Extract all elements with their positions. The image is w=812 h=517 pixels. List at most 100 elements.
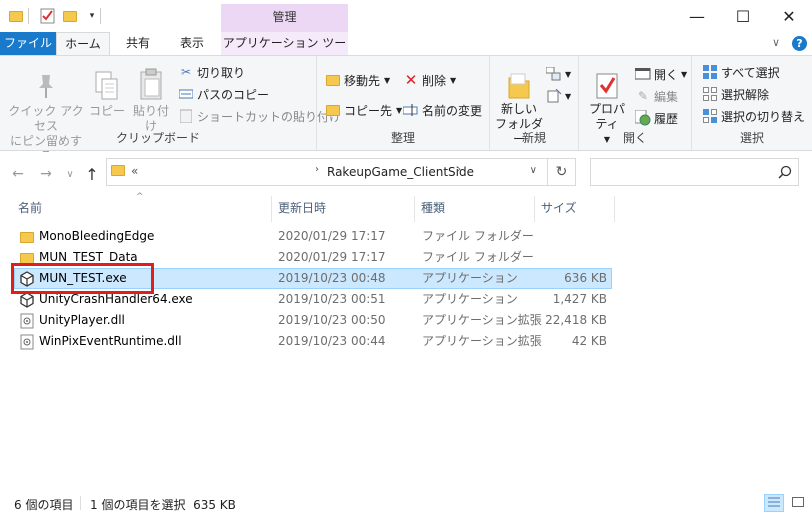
select-all-button[interactable]: すべて選択 [702,62,780,82]
pin-quick-access-button[interactable]: クイック アクセス にピン留めする [6,66,86,164]
search-input[interactable] [590,158,799,186]
copy-path-button[interactable]: パスのコピー [178,84,269,104]
file-type: アプリケーション [422,292,518,306]
help-icon[interactable]: ? [792,36,807,51]
minimize-button[interactable]: — [674,0,720,32]
history-icon [635,110,651,126]
copy-to-label: コピー先 [344,103,393,118]
unity-icon [19,292,35,308]
history-label: 履歴 [654,111,679,126]
pin-icon [6,66,86,102]
tab-file[interactable]: ファイル [0,32,56,56]
select-none-label: 選択解除 [721,87,770,102]
file-name: UnityPlayer.dll [39,313,125,327]
invert-selection-icon [702,108,718,124]
chevron-down-icon: ▼ [384,75,391,85]
file-date: 2020/01/29 17:17 [278,229,386,243]
paste-icon [128,66,174,102]
file-row[interactable]: WinPixEventRuntime.dll 2019/10/23 00:44 アプ… [14,331,612,352]
file-type: ファイル フォルダー [422,250,534,264]
properties-check-icon[interactable] [40,8,56,24]
item-count: 6 個の項目 [14,498,74,512]
collapse-ribbon-icon[interactable]: ∨ [772,36,780,49]
select-group-label: 選択 [739,131,764,145]
easy-access-button[interactable]: ▼ [546,86,571,106]
forward-button[interactable]: → [36,164,56,184]
tab-share[interactable]: 共有 [112,32,164,56]
file-size: 1,427 KB [552,292,607,306]
column-size[interactable]: サイズ [535,196,615,222]
search-icon [778,165,792,182]
edit-button[interactable]: ✎ 編集 [635,86,678,106]
open-button[interactable]: 開く ▼ [635,64,687,84]
dll-icon [19,334,35,350]
breadcrumb-overflow[interactable]: « [131,164,138,178]
open-icon [635,66,651,82]
delete-button[interactable]: ✕ 削除 ▼ [403,70,456,90]
copy-path-icon [178,86,194,102]
new-folder-label-line1: 新しい [500,102,537,116]
file-type: ファイル フォルダー [422,229,534,243]
maximize-button[interactable]: ☐ [720,0,766,32]
tab-view[interactable]: 表示 [166,32,218,56]
file-name: MonoBleedingEdge [39,229,155,243]
up-button[interactable]: ↑ [82,164,102,184]
recent-locations-button[interactable]: ∨ [60,164,80,184]
file-date: 2019/10/23 00:51 [278,292,386,306]
chevron-down-icon: ▼ [565,91,572,101]
paste-button[interactable]: 貼り付け [128,66,174,134]
history-button[interactable]: 履歴 [635,108,678,128]
qat-dropdown-icon[interactable]: ▾ [84,8,100,24]
column-header: ^ 名前 更新日時 種類 サイズ [0,192,812,222]
large-icons-view-button[interactable] [788,494,808,512]
select-none-button[interactable]: 選択解除 [702,84,769,104]
column-name[interactable]: 名前 [12,196,272,222]
copy-path-label: パスのコピー [197,87,270,102]
properties-icon [583,64,631,100]
status-divider [80,496,81,510]
move-to-button[interactable]: 移動先 ▼ [325,70,390,90]
address-bar[interactable]: « › RakeupGame_ClientSide › ∨ [106,158,548,186]
new-group-label: 新規 [521,131,546,145]
back-button[interactable]: ← [8,164,28,184]
tab-home[interactable]: ホーム [56,32,110,56]
select-group: すべて選択 選択解除 選択の切り替え 選択 [692,56,812,150]
status-bar: 6 個の項目 1 個の項目を選択 635 KB [0,490,812,517]
cut-label: 切り取り [197,65,246,80]
invert-selection-label: 選択の切り替え [721,109,806,124]
close-button[interactable]: ✕ [766,0,812,32]
copy-to-button[interactable]: コピー先 ▼ [325,100,402,120]
rename-button[interactable]: 名前の変更 [403,100,482,120]
new-folder-icon[interactable] [62,8,78,24]
refresh-button[interactable]: ↻ [548,158,576,186]
properties-label: プロパティ [588,102,625,131]
invert-selection-button[interactable]: 選択の切り替え [702,106,805,126]
file-row[interactable]: MonoBleedingEdge 2020/01/29 17:17 ファイル フォル… [14,226,612,247]
tab-application-tools[interactable]: アプリケーション ツール [221,32,348,72]
ribbon: クイック アクセス にピン留めする コピー 貼り付け ✂切り取り パスのコピー … [0,55,812,163]
annotation-highlight-box [11,263,154,294]
new-folder-icon [494,64,544,100]
clipboard-group: クイック アクセス にピン留めする コピー 貼り付け ✂切り取り パスのコピー … [0,56,341,163]
column-type[interactable]: 種類 [415,196,535,222]
breadcrumb-current[interactable]: RakeupGame_ClientSide [327,165,474,179]
column-date[interactable]: 更新日時 [272,196,415,222]
clipboard-group-label: クリップボード [115,131,200,145]
scissors-icon: ✂ [180,65,192,79]
organize-group: 移動先 ▼ コピー先 ▼ ✕ 削除 ▼ 名前の変更 整理 [317,56,490,150]
select-all-icon [702,64,718,80]
chevron-down-icon: ▼ [396,105,403,115]
address-dropdown-icon[interactable]: ∨ [530,165,537,176]
new-item-button[interactable]: ▼ [546,64,571,84]
chevron-down-icon: ▼ [565,69,572,79]
cut-button[interactable]: ✂ 切り取り [178,62,245,82]
copy-button[interactable]: コピー [86,66,128,119]
delete-icon: ✕ [404,71,418,89]
file-row[interactable]: UnityPlayer.dll 2019/10/23 00:50 アプリケーション拡… [14,310,612,331]
organize-group-label: 整理 [390,131,415,145]
rename-label: 名前の変更 [422,103,483,118]
file-date: 2019/10/23 00:44 [278,334,386,348]
select-all-label: すべて選択 [721,65,780,80]
file-size: 22,418 KB [545,313,607,327]
details-view-button[interactable] [764,494,784,512]
